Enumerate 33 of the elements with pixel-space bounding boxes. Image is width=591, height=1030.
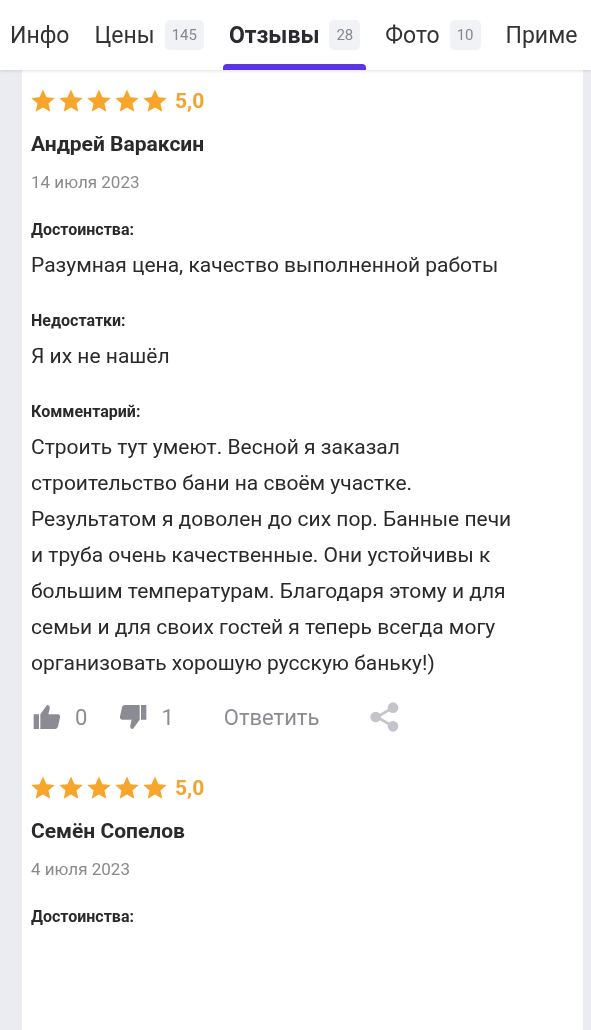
tab[interactable]: Фото 10	[379, 0, 487, 70]
review-text: Я их не нашёл	[31, 343, 171, 370]
tab[interactable]: Отзывы 28	[222, 0, 367, 70]
review-date: 4 июля 2023	[31, 859, 131, 879]
star-icon	[59, 776, 83, 800]
review-date: 14 июля 2023	[31, 172, 141, 192]
dislike-count: 1	[161, 704, 174, 730]
star-icon	[143, 89, 167, 113]
count-badge: 10	[449, 20, 481, 50]
star-icon	[143, 776, 167, 800]
star-icon	[31, 89, 55, 113]
star-icon	[115, 89, 139, 113]
section-label: Недостатки:	[31, 311, 127, 330]
tab[interactable]: Инфо	[4, 0, 76, 70]
author-name: Андрей Вараксин	[31, 132, 206, 156]
count-badge: 28	[329, 20, 361, 50]
author-name: Семён Сопелов	[31, 819, 186, 843]
review-text: Строить тут умеют. Весной я заказал строительство бани на своём участке. Результатом я доволен до сих пор. Банные печи и труба очень качественные. Они устойчивы к большим температурам. Благодаря этому и для семьи и для своих гостей я теперь всегда могу организовать хорошую русскую баньку!)	[31, 434, 513, 677]
section-label: Достоинства:	[31, 220, 135, 239]
star-icon	[31, 776, 55, 800]
star-icon	[115, 776, 139, 800]
star-icon	[87, 89, 111, 113]
star-icon	[87, 776, 111, 800]
review-text: Разумная цена, качество выполненной работы	[31, 252, 500, 279]
tab[interactable]: Приме	[499, 0, 584, 70]
rating-value: 5,0	[175, 89, 205, 113]
star-icon	[59, 89, 83, 113]
rating-value: 5,0	[175, 776, 205, 800]
like-count: 0	[75, 704, 88, 730]
section-label: Комментарий:	[31, 402, 142, 421]
section-label: Достоинства:	[31, 907, 135, 926]
tab[interactable]: Цены 145	[88, 0, 210, 70]
count-badge: 145	[164, 20, 204, 50]
